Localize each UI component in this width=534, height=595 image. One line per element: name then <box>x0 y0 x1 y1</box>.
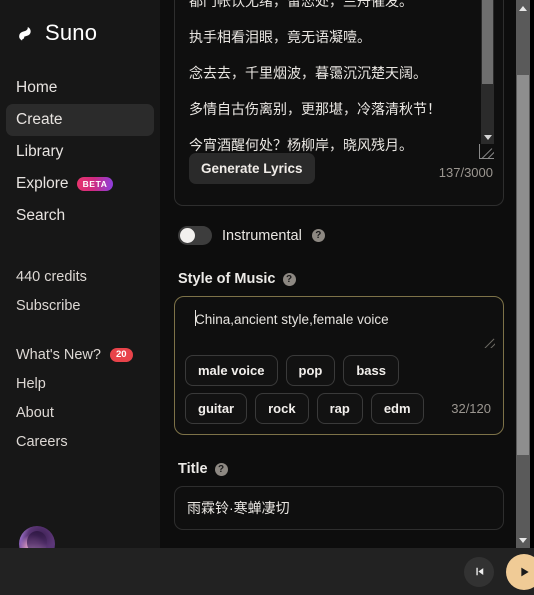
style-resize-handle[interactable] <box>484 337 495 348</box>
sidebar-item-explore[interactable]: Explore BETA <box>6 168 154 200</box>
style-chip-rap[interactable]: rap <box>316 393 363 424</box>
instrumental-label: Instrumental <box>222 227 302 244</box>
sidebar-item-create[interactable]: Create <box>6 104 154 136</box>
about-label: About <box>16 404 54 421</box>
play-icon <box>521 567 529 576</box>
lyrics-char-counter: 137/3000 <box>438 165 493 180</box>
help-icon[interactable]: ? <box>282 272 296 286</box>
style-chip-bass[interactable]: bass <box>343 355 399 386</box>
help-icon[interactable]: ? <box>311 229 325 242</box>
nav-divider-space <box>6 320 154 340</box>
credits-display[interactable]: 440 credits <box>6 262 154 291</box>
sidebar: Suno Home Create Library Explore BETA Se… <box>0 0 160 562</box>
play-button[interactable] <box>506 553 534 590</box>
secondary-nav: 440 credits Subscribe What's New? 20 Hel… <box>0 262 160 456</box>
lyrics-textarea[interactable]: 都门帐饮无绪，留恋处，兰舟催发。 执手相看泪眼，竟无语凝噎。 念去去，千里烟波，… <box>175 0 503 206</box>
player-bar <box>0 548 534 595</box>
about-link[interactable]: About <box>6 398 154 427</box>
instrumental-toggle[interactable] <box>178 226 212 245</box>
careers-label: Careers <box>16 433 68 450</box>
lyrics-scrollbar[interactable] <box>481 0 494 144</box>
style-chip-pop[interactable]: pop <box>285 355 336 386</box>
scroll-down-arrow-icon[interactable] <box>516 533 530 547</box>
careers-link[interactable]: Careers <box>6 427 154 456</box>
help-label: Help <box>16 375 46 392</box>
lyric-line: 念去去，千里烟波，暮霭沉沉楚天阔。 <box>189 65 427 81</box>
chip-row: guitar rock rap edm 32/120 <box>185 393 493 424</box>
lyric-line: 今宵酒醒何处？杨柳岸，晓风残月。 <box>189 137 413 153</box>
style-of-music-card: China,ancient style,female voice male vo… <box>174 296 504 435</box>
help-link[interactable]: Help <box>6 369 154 398</box>
style-chip-rock[interactable]: rock <box>255 393 309 424</box>
sidebar-item-label: Library <box>16 143 64 160</box>
style-chip-edm[interactable]: edm <box>370 393 424 424</box>
style-chip-guitar[interactable]: guitar <box>185 393 248 424</box>
sidebar-item-label: Explore <box>16 175 69 192</box>
sidebar-item-home[interactable]: Home <box>6 72 154 104</box>
subscribe-label: Subscribe <box>16 297 81 314</box>
scroll-up-arrow-icon[interactable] <box>516 1 530 15</box>
title-label: Title <box>178 461 208 477</box>
brand-name: Suno <box>45 20 98 45</box>
previous-track-button[interactable] <box>464 556 494 587</box>
whats-new-label: What's New? <box>16 346 101 363</box>
sidebar-item-label: Create <box>16 111 63 128</box>
lyric-line: 执手相看泪眼，竟无语凝噎。 <box>189 29 371 45</box>
sidebar-item-search[interactable]: Search <box>6 200 154 232</box>
suno-create-page: Suno Home Create Library Explore BETA Se… <box>0 0 534 595</box>
style-of-music-label: Style of Music <box>178 271 276 287</box>
scroll-down-arrow-icon[interactable] <box>481 130 494 144</box>
lyric-line: 多情自古伤离别，更那堪，冷落清秋节！ <box>189 101 441 117</box>
style-char-counter: 32/120 <box>451 401 491 416</box>
text-cursor <box>195 310 196 326</box>
title-label-row: Title ? <box>174 461 504 477</box>
style-suggestion-chips: male voice pop bass guitar rock rap edm … <box>185 355 493 424</box>
style-chip-male-voice[interactable]: male voice <box>185 355 278 386</box>
sidebar-item-library[interactable]: Library <box>6 136 154 168</box>
sidebar-item-label: Home <box>16 79 58 96</box>
brand-logo[interactable]: Suno <box>0 0 160 46</box>
sidebar-item-label: Search <box>16 207 66 224</box>
chip-row: male voice pop bass <box>185 355 493 386</box>
lyrics-card: 都门帐饮无绪，留恋处，兰舟催发。 执手相看泪眼，竟无语凝噎。 念去去，千里烟波，… <box>174 0 504 206</box>
primary-nav: Home Create Library Explore BETA Search <box>0 72 160 232</box>
style-of-music-value: China,ancient style,female voice <box>195 312 389 327</box>
title-value: 雨霖铃·寒蝉凄切 <box>187 500 290 516</box>
generate-lyrics-button[interactable]: Generate Lyrics <box>189 153 315 184</box>
suno-logo-icon <box>19 26 31 41</box>
page-scrollbar-thumb[interactable] <box>517 75 529 455</box>
lyric-line: 都门帐饮无绪，留恋处，兰舟催发。 <box>189 0 413 9</box>
beta-badge: BETA <box>76 176 114 192</box>
title-input[interactable]: 雨霖铃·寒蝉凄切 <box>174 486 504 530</box>
whats-new-count-badge: 20 <box>109 347 133 362</box>
subscribe-link[interactable]: Subscribe <box>6 291 154 320</box>
style-of-music-input[interactable]: China,ancient style,female voice <box>185 310 493 329</box>
lyrics-resize-handle[interactable] <box>479 144 494 159</box>
toggle-knob <box>180 228 195 243</box>
lyrics-scrollbar-thumb[interactable] <box>482 0 493 84</box>
help-icon[interactable]: ? <box>214 462 228 476</box>
create-form-panel: 都门帐饮无绪，留恋处，兰舟催发。 执手相看泪眼，竟无语凝噎。 念去去，千里烟波，… <box>160 0 518 548</box>
credits-label: 440 credits <box>16 268 87 285</box>
skip-previous-icon <box>475 567 483 576</box>
instrumental-row: Instrumental ? <box>174 226 504 245</box>
style-of-music-label-row: Style of Music ? <box>174 271 504 287</box>
whats-new-link[interactable]: What's New? 20 <box>6 340 154 369</box>
page-scrollbar[interactable] <box>516 0 530 548</box>
